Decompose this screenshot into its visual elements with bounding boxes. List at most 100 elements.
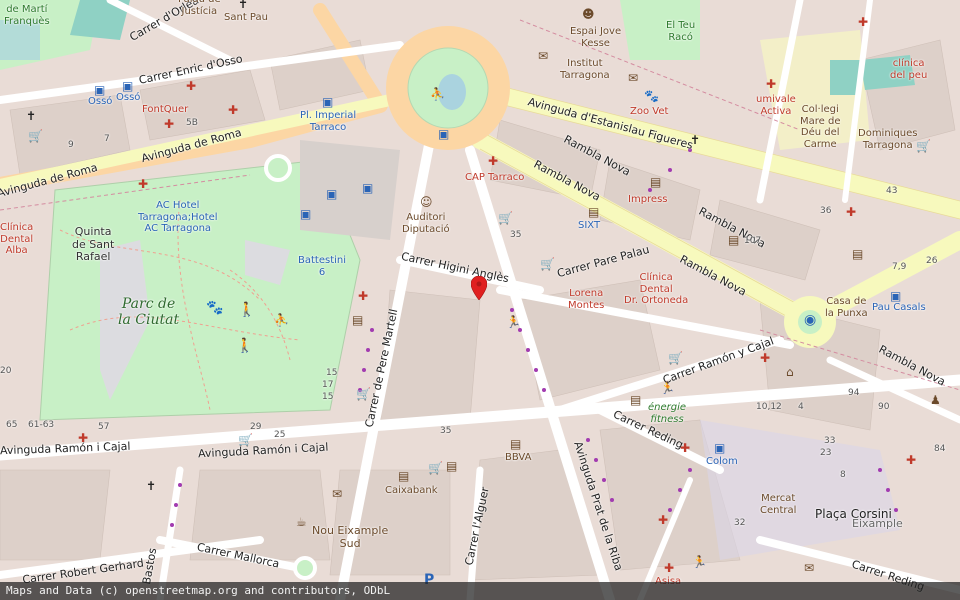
map-canvas[interactable]: Carrer Enric d'Osso Avinguda de Roma Avi… xyxy=(0,0,960,600)
house-number: 7,9 xyxy=(892,262,907,272)
theatre-icon[interactable]: ☺ xyxy=(420,196,433,208)
bank-icon[interactable]: ▤ xyxy=(650,176,661,188)
bus-stop-icon[interactable]: ▣ xyxy=(322,96,333,108)
community-icon[interactable]: ☻ xyxy=(582,8,595,20)
walking-icon[interactable]: 🚶 xyxy=(236,339,253,353)
house-number: 94 xyxy=(848,388,860,398)
bus-stop-icon[interactable]: ▣ xyxy=(94,84,105,96)
post-icon[interactable]: ✉ xyxy=(804,562,814,574)
shop-icon[interactable]: ✉ xyxy=(628,72,638,84)
house-number: 35 xyxy=(510,230,522,240)
walking-icon[interactable]: 🚶 xyxy=(238,303,255,317)
viewpoint-icon[interactable]: ◉ xyxy=(804,313,816,327)
house-number: 15 xyxy=(326,368,338,378)
church-icon[interactable]: ✝ xyxy=(238,0,248,10)
shop-cart-icon[interactable]: 🛒 xyxy=(428,462,443,474)
house-number: 90 xyxy=(878,402,890,412)
shop-cart-icon[interactable]: 🛒 xyxy=(916,140,931,152)
bus-stop-icon[interactable]: ▣ xyxy=(300,208,311,220)
museum-icon[interactable]: ⌂ xyxy=(786,366,794,378)
school-icon[interactable]: ✉ xyxy=(538,50,548,62)
shop-cart-icon[interactable]: 🛒 xyxy=(238,434,253,446)
hospital-icon[interactable]: ✚ xyxy=(488,155,498,167)
area-label-nou-eixample: Nou Eixample Sud xyxy=(312,524,389,550)
poi-label-collegi: Col·legi Mare de Déu del Carme xyxy=(800,104,841,150)
shop-cart-icon[interactable]: 🛒 xyxy=(668,352,683,364)
poi-label-cap-tarraco: CAP Tarraco xyxy=(465,172,525,183)
house-number: 17 xyxy=(322,380,334,390)
bank-icon[interactable]: ▤ xyxy=(852,248,863,260)
pharmacy-icon[interactable]: ✚ xyxy=(138,178,148,190)
pharmacy-icon[interactable]: ✚ xyxy=(664,562,674,574)
bank-icon[interactable]: ▤ xyxy=(510,438,521,450)
fitness-icon[interactable]: 🏃 xyxy=(506,316,521,328)
poi-label-sixt: SIXT xyxy=(578,220,601,231)
church-icon[interactable]: ✝ xyxy=(26,110,36,122)
pharmacy-icon[interactable]: ✚ xyxy=(846,206,856,218)
playground-icon[interactable]: ⛹ xyxy=(274,314,289,326)
playground-icon[interactable]: ⛹ xyxy=(430,88,445,100)
shop-cart-icon[interactable]: 🛒 xyxy=(356,388,371,400)
house-number: 26 xyxy=(926,256,938,266)
pharmacy-icon[interactable]: ✚ xyxy=(906,454,916,466)
church-icon[interactable]: ✝ xyxy=(690,134,700,146)
poi-label-palau-justicia: Palau de Justícia xyxy=(178,0,221,17)
poi-label-clinica-dental-alba: Clínica Dental Alba xyxy=(0,222,34,256)
dog-park-icon[interactable]: 🐾 xyxy=(206,301,223,315)
post-icon[interactable]: ✉ xyxy=(332,488,342,500)
pharmacy-icon[interactable]: ✚ xyxy=(164,118,174,130)
bank-icon[interactable]: ▤ xyxy=(446,460,457,472)
bus-stop-icon[interactable]: ▣ xyxy=(362,182,373,194)
pharmacy-icon[interactable]: ✚ xyxy=(658,514,668,526)
shop-cart-icon[interactable]: 🛒 xyxy=(28,130,43,142)
fitness-icon[interactable]: 🏃 xyxy=(660,382,675,394)
poi-label-casa-punxa: Casa de la Punxa xyxy=(825,296,868,319)
pharmacy-icon[interactable]: ✚ xyxy=(358,290,368,302)
house-number: 43 xyxy=(886,186,898,196)
bank-icon[interactable]: ▤ xyxy=(352,314,363,326)
poi-label-institut: Institut Tarragona xyxy=(560,58,610,81)
poi-label-zoo-vet: Zoo Vet xyxy=(630,106,669,117)
bank-icon[interactable]: ▤ xyxy=(728,234,739,246)
bus-stop-icon[interactable]: ▣ xyxy=(438,128,449,140)
house-number: 8 xyxy=(840,470,846,480)
pharmacy-icon[interactable]: ✚ xyxy=(760,352,770,364)
poi-label-umivale: umivale Activa xyxy=(756,94,796,117)
pharmacy-icon[interactable]: ✚ xyxy=(78,432,88,444)
hospital-icon[interactable]: ✚ xyxy=(766,78,776,90)
bus-stop-icon[interactable]: ▣ xyxy=(326,188,337,200)
church-icon[interactable]: ✝ xyxy=(146,480,156,492)
house-number: 107 xyxy=(744,236,762,246)
bus-stop-icon[interactable]: ▣ xyxy=(890,290,901,302)
house-number: 57 xyxy=(98,422,110,432)
location-pin-marker[interactable] xyxy=(471,276,487,300)
poi-label-teu-raco: El Teu Racó xyxy=(666,20,696,43)
poi-label-mercat-central: Mercat Central xyxy=(760,493,797,516)
house-number: 20 xyxy=(0,366,12,376)
pharmacy-icon[interactable]: ✚ xyxy=(228,104,238,116)
house-number: 29 xyxy=(250,422,262,432)
map-attribution: Maps and Data (c) openstreetmap.org and … xyxy=(0,582,960,600)
poi-label-fontquer: FontQuer xyxy=(142,104,189,115)
bank-icon[interactable]: ▤ xyxy=(398,470,409,482)
fitness-icon[interactable]: 🏃 xyxy=(692,556,707,568)
vet-icon[interactable]: 🐾 xyxy=(644,90,659,102)
hospital-icon[interactable]: ✚ xyxy=(186,80,196,92)
restaurant-icon[interactable]: ☕ xyxy=(296,516,307,528)
shop-cart-icon[interactable]: 🛒 xyxy=(498,212,513,224)
area-label-quinta-sant-rafael: Quinta de Sant Rafael xyxy=(72,225,115,264)
poi-label-pau-casals: Pau Casals xyxy=(872,302,926,313)
poi-label-ac-hotel: AC Hotel Tarragona;Hotel AC Tarragona xyxy=(138,200,218,234)
bus-stop-icon[interactable]: ▣ xyxy=(714,442,725,454)
bank-icon[interactable]: ▤ xyxy=(630,394,641,406)
car-rental-icon[interactable]: ▤ xyxy=(588,206,599,218)
shop-cart-icon[interactable]: 🛒 xyxy=(540,258,555,270)
house-number: 23 xyxy=(820,448,832,458)
house-number: 32 xyxy=(734,518,746,528)
poi-label-imperial-tarraco: Pl. Imperial Tarraco xyxy=(300,110,357,133)
pharmacy-icon[interactable]: ✚ xyxy=(680,442,690,454)
monument-icon[interactable]: ♟ xyxy=(930,394,941,406)
hospital-icon[interactable]: ✚ xyxy=(858,16,868,28)
bus-stop-icon[interactable]: ▣ xyxy=(122,80,133,92)
house-number: 65 xyxy=(6,420,18,430)
